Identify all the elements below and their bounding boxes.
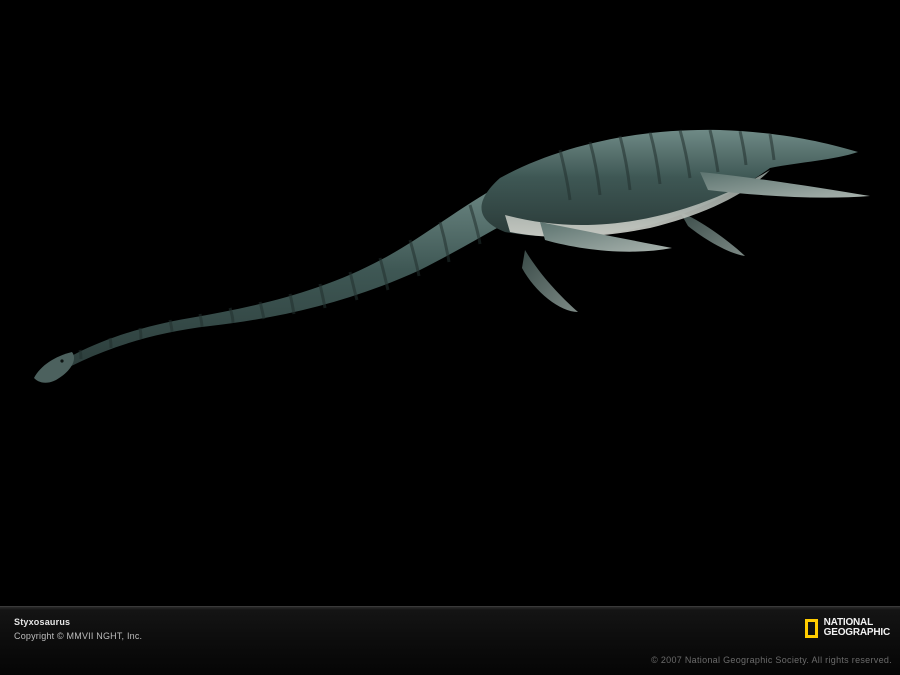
- species-title: Styxosaurus: [14, 617, 71, 627]
- national-geographic-logo: NATIONAL GEOGRAPHIC: [804, 618, 891, 638]
- image-copyright: Copyright © MMVII NGHT, Inc.: [14, 631, 143, 641]
- neck: [38, 180, 540, 382]
- logo-wordmark: NATIONAL GEOGRAPHIC: [823, 618, 891, 638]
- eye: [60, 359, 64, 363]
- front-far-flipper: [522, 250, 578, 312]
- logo-line-geographic: GEOGRAPHIC: [823, 627, 891, 638]
- head: [34, 352, 75, 383]
- rights-notice: © 2007 National Geographic Society. All …: [651, 655, 892, 665]
- caption-bar: Styxosaurus Copyright © MMVII NGHT, Inc.…: [0, 606, 900, 675]
- image-stage: [0, 0, 900, 606]
- yellow-border-icon: [804, 618, 818, 638]
- styxosaurus-illustration: [34, 129, 870, 383]
- rear-far-flipper: [680, 212, 745, 256]
